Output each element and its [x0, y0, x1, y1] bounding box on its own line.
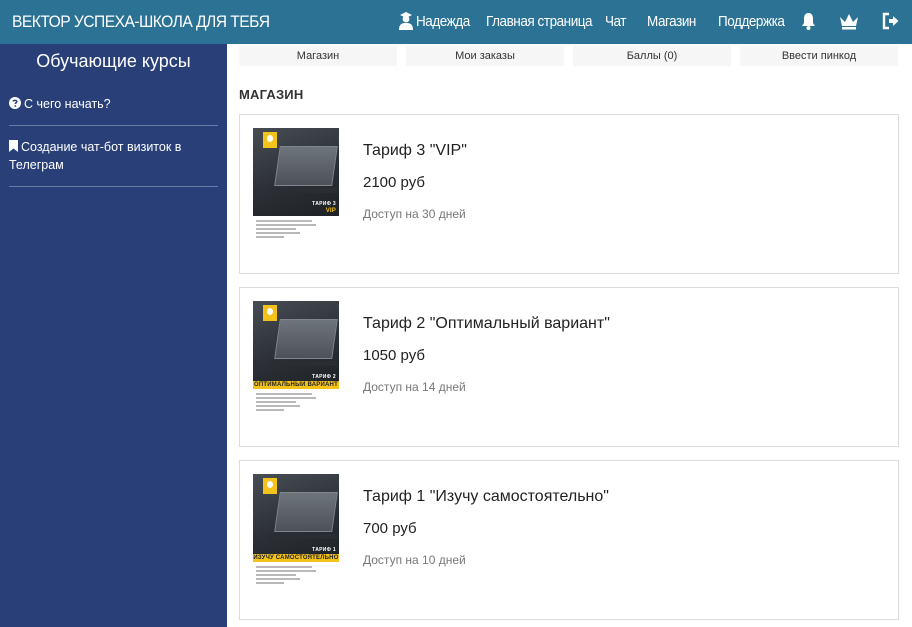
product-card-tariff-1[interactable]: ТАРИФ 1 ИЗУЧУ САМОСТОЯТЕЛЬНО Тариф 1 "Из… [239, 460, 899, 620]
thumbnail-label: ТАРИФ 2 [312, 374, 336, 380]
nav-shop[interactable]: Магазин [647, 13, 696, 30]
nav-user-profile[interactable]: Надежда [416, 13, 470, 30]
question-circle-icon [9, 97, 24, 111]
product-thumbnail[interactable]: ТАРИФ 3 VIP [253, 128, 339, 246]
sidebar-item-label: Создание чат-бот визиток в Телеграм [9, 140, 182, 172]
sidebar-item-getting-started[interactable]: С чего начать? [9, 95, 218, 113]
tab-enter-pincode[interactable]: Ввести пинкод [740, 46, 898, 66]
crown-icon[interactable] [838, 12, 860, 35]
top-navbar: ВЕКТОР УСПЕХА-ШКОЛА ДЛЯ ТЕБЯ Надежда Гла… [0, 0, 912, 44]
product-price: 2100 руб [363, 174, 425, 191]
sidebar-item-telegram-bots[interactable]: Создание чат-бот визиток в Телеграм [9, 138, 218, 174]
product-access: Доступ на 10 дней [363, 553, 466, 567]
product-card-tariff-2[interactable]: ТАРИФ 2 ОПТИМАЛЬНЫЙ ВАРИАНТ Тариф 2 "Опт… [239, 287, 899, 447]
lightbulb-icon [263, 132, 277, 148]
section-title: МАГАЗИН [239, 87, 304, 102]
thumbnail-caption-lines [256, 220, 316, 240]
product-thumbnail[interactable]: ТАРИФ 1 ИЗУЧУ САМОСТОЯТЕЛЬНО [253, 474, 339, 592]
nav-home[interactable]: Главная страница [486, 13, 593, 30]
sidebar-title: Обучающие курсы [36, 51, 191, 71]
thumbnail-subtitle: ОПТИМАЛЬНЫЙ ВАРИАНТ [253, 381, 339, 389]
sidebar-item-label: С чего начать? [24, 97, 111, 111]
nav-chat[interactable]: Чат [605, 13, 627, 30]
lightbulb-icon [263, 305, 277, 321]
thumbnail-caption-lines [256, 393, 316, 413]
product-access: Доступ на 30 дней [363, 207, 466, 221]
product-price: 1050 руб [363, 347, 425, 364]
thumbnail-label: ТАРИФ 1 [312, 547, 336, 553]
thumbnail-caption-lines [256, 566, 316, 586]
product-title[interactable]: Тариф 1 "Изучу самостоятельно" [363, 488, 609, 506]
thumbnail-subtitle: ИЗУЧУ САМОСТОЯТЕЛЬНО [253, 554, 339, 562]
sign-out-icon[interactable] [882, 12, 900, 35]
user-graduate-icon[interactable] [398, 12, 414, 35]
product-access: Доступ на 14 дней [363, 380, 466, 394]
tab-my-orders[interactable]: Мои заказы [406, 46, 564, 66]
sidebar-divider [9, 125, 218, 126]
product-title[interactable]: Тариф 3 "VIP" [363, 142, 467, 160]
thumbnail-label: ТАРИФ 3 [312, 201, 336, 207]
product-title[interactable]: Тариф 2 "Оптимальный вариант" [363, 315, 610, 333]
nav-support[interactable]: Поддержка [718, 13, 785, 30]
tab-points[interactable]: Баллы (0) [573, 46, 731, 66]
product-price: 700 руб [363, 520, 417, 537]
product-thumbnail[interactable]: ТАРИФ 2 ОПТИМАЛЬНЫЙ ВАРИАНТ [253, 301, 339, 419]
tab-shop[interactable]: Магазин [239, 46, 397, 66]
product-card-tariff-3[interactable]: ТАРИФ 3 VIP Тариф 3 "VIP" 2100 руб Досту… [239, 114, 899, 274]
thumbnail-subtitle: VIP [325, 208, 336, 214]
bell-icon[interactable] [801, 12, 816, 35]
sidebar-divider [9, 186, 218, 187]
bookmark-icon [9, 140, 21, 154]
brand-title[interactable]: ВЕКТОР УСПЕХА-ШКОЛА ДЛЯ ТЕБЯ [12, 12, 270, 32]
lightbulb-icon [263, 478, 277, 494]
sidebar: Обучающие курсы С чего начать? Создание … [0, 44, 227, 627]
